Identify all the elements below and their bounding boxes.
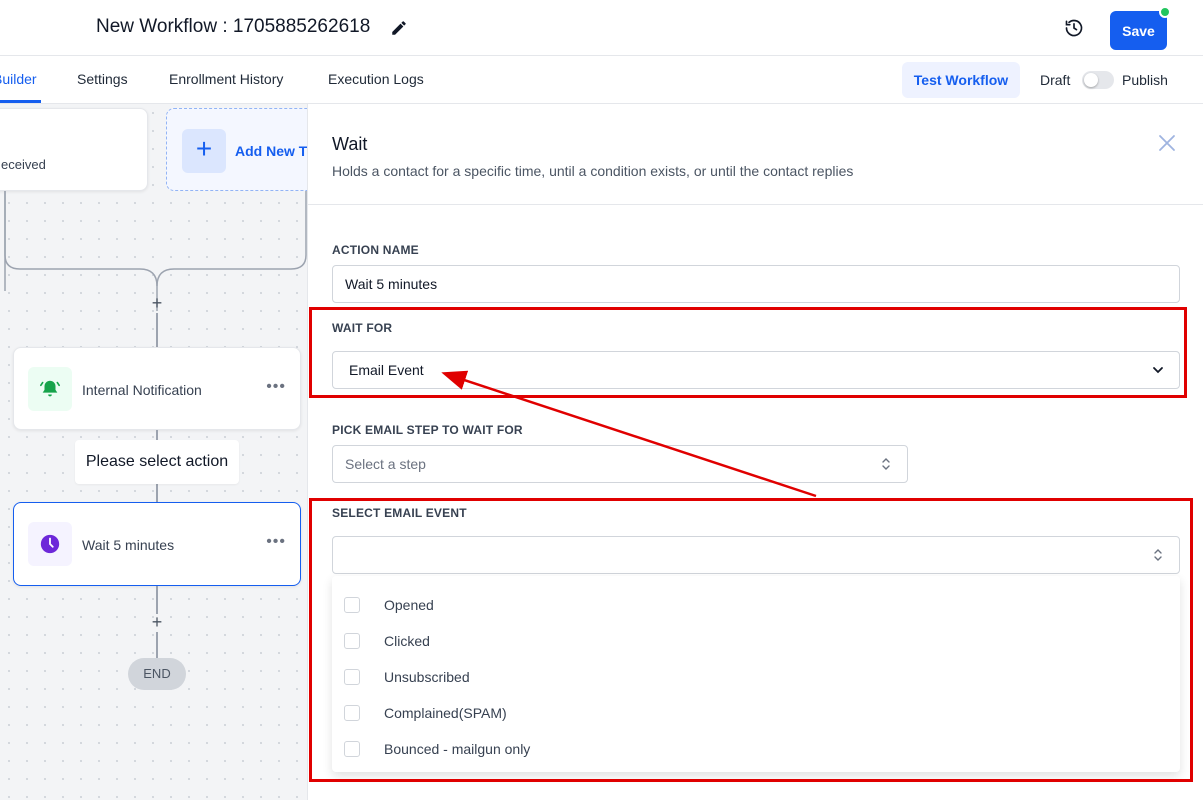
trigger-node[interactable]: eceived [0,108,148,191]
more-options-icon[interactable]: ••• [266,533,286,551]
tab-bar: Builder Settings Enrollment History Exec… [0,56,1203,104]
trigger-label: eceived [1,157,46,172]
pick-step-select[interactable]: Select a step [332,445,908,483]
publish-label: Publish [1122,72,1168,88]
history-icon[interactable] [1064,18,1084,38]
pick-step-placeholder: Select a step [345,456,426,472]
draft-label: Draft [1040,72,1071,88]
pick-step-label: PICK EMAIL STEP TO WAIT FOR [332,423,523,437]
panel-subtitle: Holds a contact for a specific time, unt… [332,163,854,179]
end-marker: END [128,658,186,690]
node-label: Internal Notification [82,382,202,398]
toggle-knob [1084,73,1098,87]
add-step-plus[interactable]: + [149,613,165,631]
action-name-label: ACTION NAME [332,243,419,257]
connector-line [156,586,158,614]
panel-title: Wait [332,134,368,154]
workflow-title: New Workflow : 1705885262618 [96,16,371,37]
more-options-icon[interactable]: ••• [266,378,286,396]
status-dot [1159,6,1171,18]
pencil-icon[interactable] [390,19,408,37]
bell-icon [28,367,72,411]
tab-builder[interactable]: Builder [0,71,37,87]
clock-icon [28,522,72,566]
wait-node[interactable]: Wait 5 minutes ••• [13,502,301,586]
add-step-plus[interactable]: + [149,294,165,312]
tab-settings[interactable]: Settings [77,71,128,87]
updown-chevron-icon [882,458,890,470]
workflow-canvas[interactable]: eceived + Add New Trigger + Internal Not… [0,104,307,800]
tab-enrollment-history[interactable]: Enrollment History [169,71,283,87]
save-button[interactable]: Save [1110,11,1167,50]
plus-icon: + [182,129,226,173]
action-name-input[interactable]: Wait 5 minutes [332,265,1180,303]
tab-execution-logs[interactable]: Execution Logs [328,71,424,87]
top-header: New Workflow : 1705885262618 Save [0,0,1203,56]
connector-line [156,313,158,347]
annotation-box-wait-for [309,307,1187,398]
select-action-tooltip[interactable]: Please select action [75,440,239,484]
add-trigger-label: Add New Trigger [235,143,307,159]
publish-toggle[interactable] [1082,71,1114,89]
active-tab-indicator [0,100,41,103]
annotation-box-email-event [309,498,1193,782]
connector-line [156,632,158,658]
close-icon[interactable] [1157,133,1177,153]
test-workflow-button[interactable]: Test Workflow [902,62,1020,98]
internal-notification-node[interactable]: Internal Notification ••• [13,347,301,430]
add-trigger-button[interactable]: + Add New Trigger [166,108,307,191]
node-label: Wait 5 minutes [82,537,175,553]
divider [308,204,1203,205]
